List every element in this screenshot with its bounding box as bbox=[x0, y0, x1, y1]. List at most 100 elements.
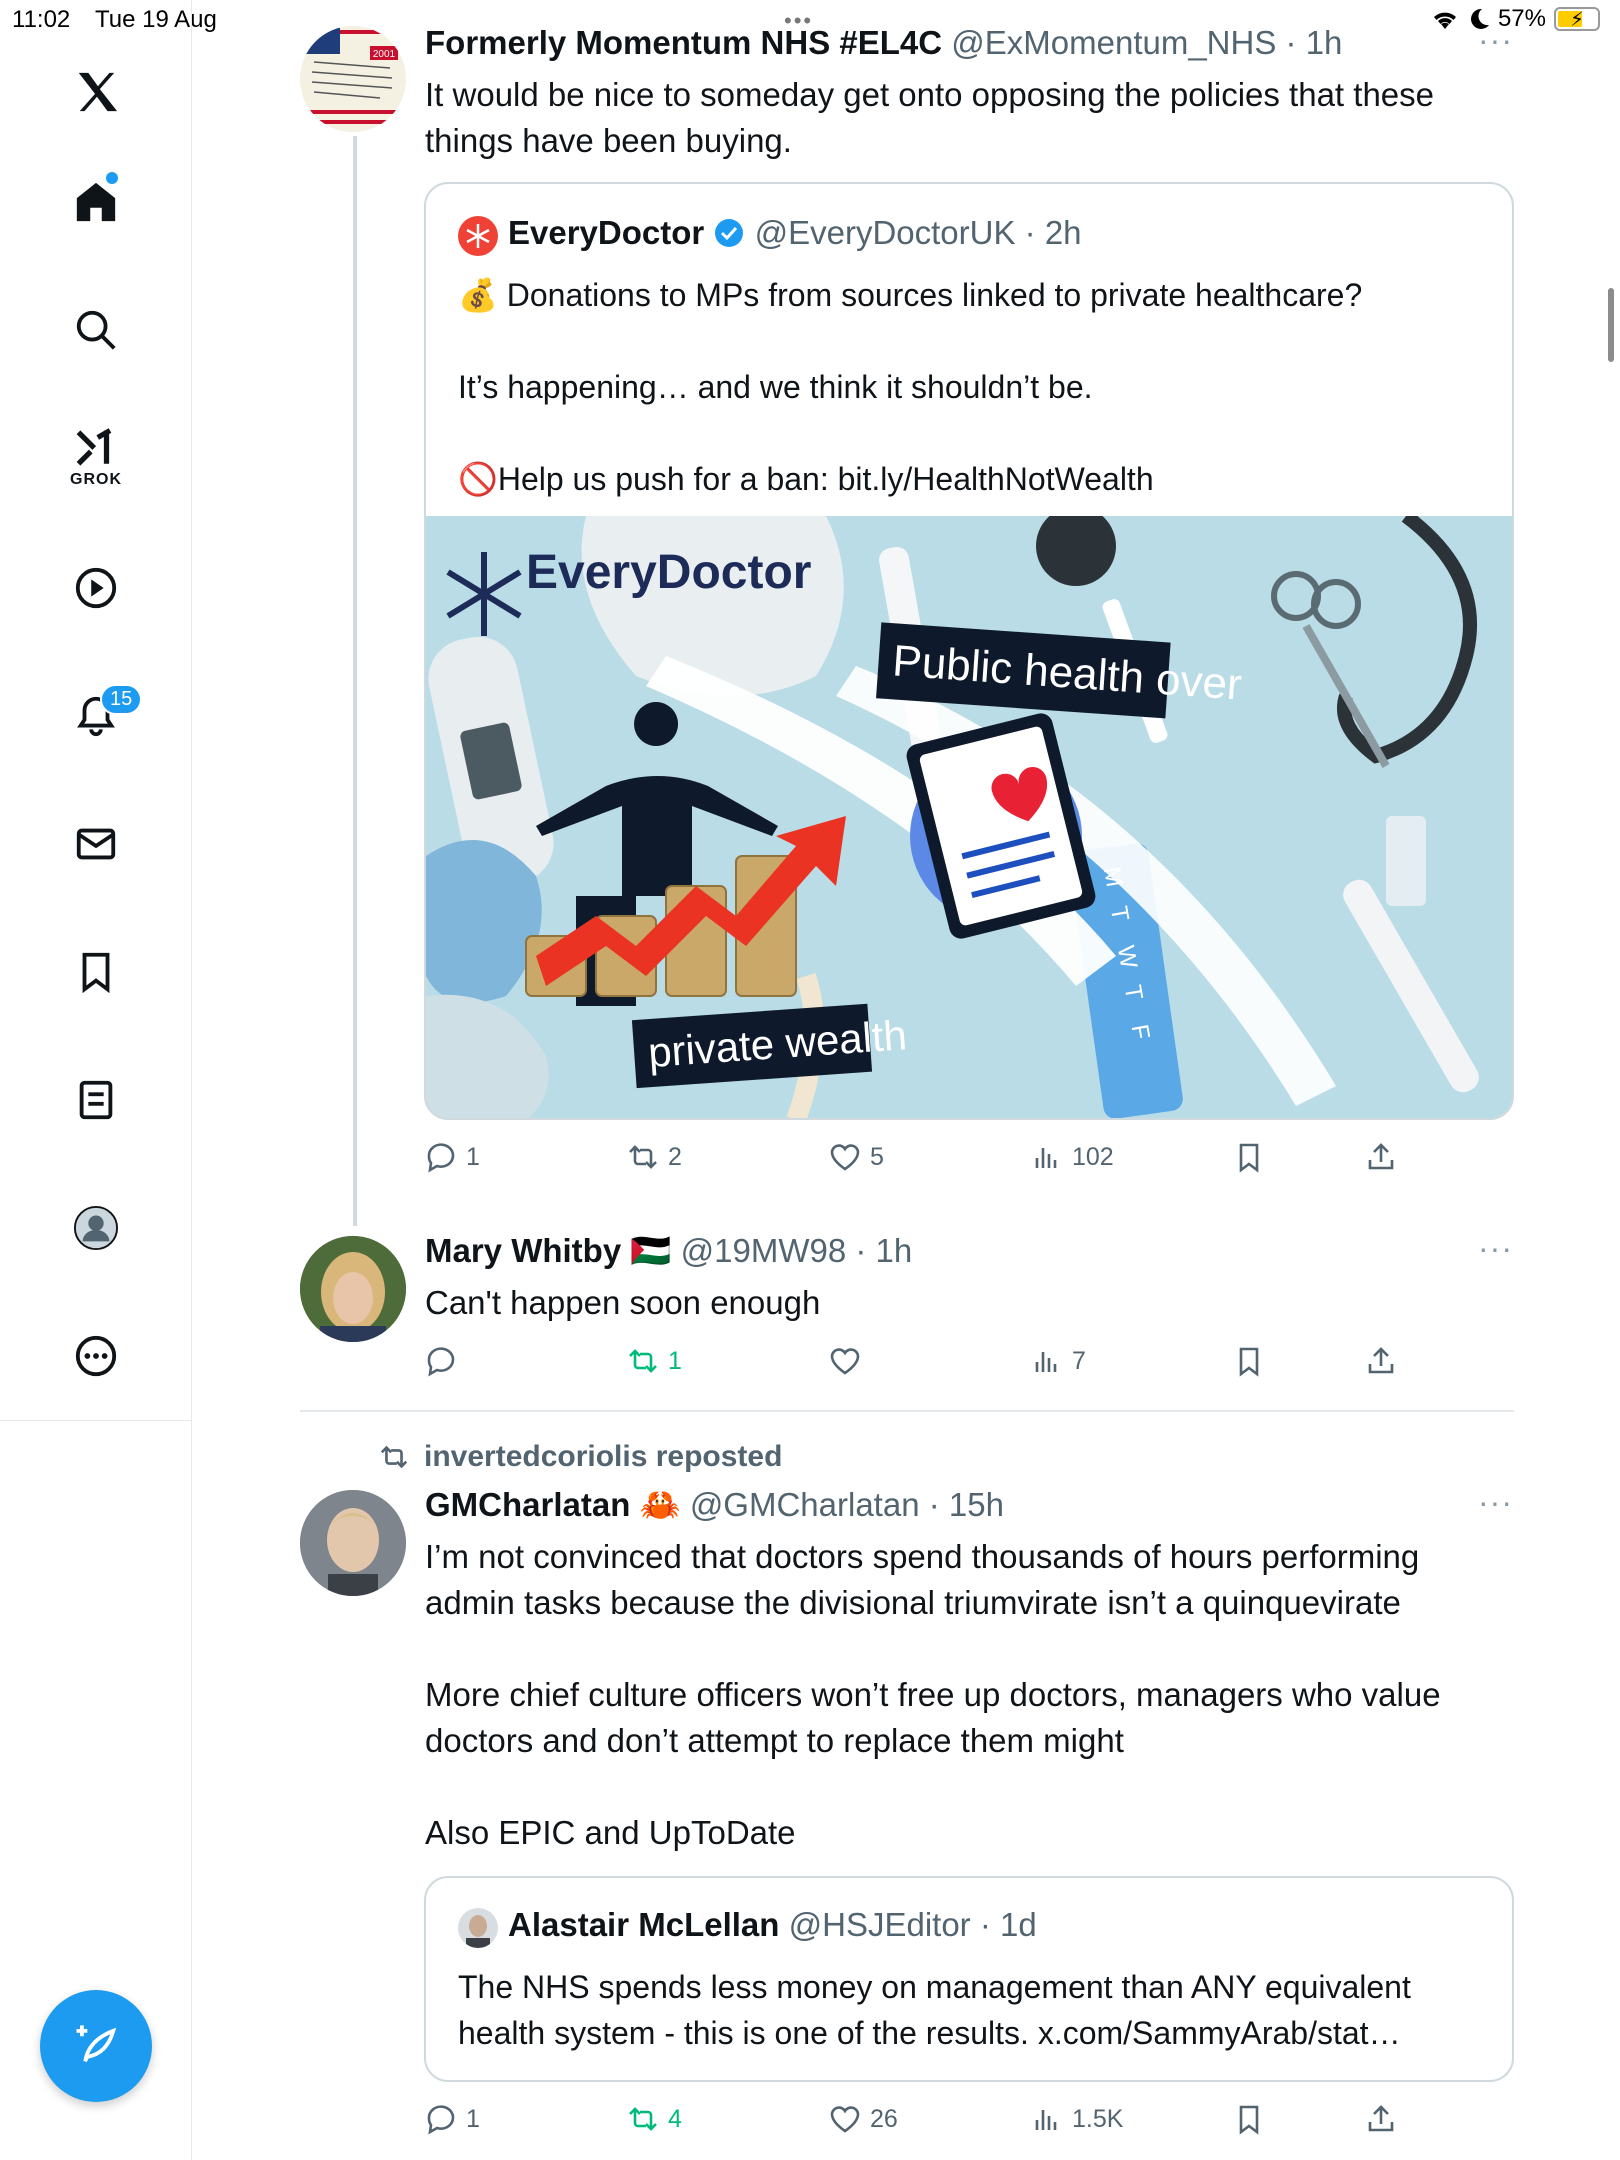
lists-icon[interactable] bbox=[56, 1060, 136, 1140]
quoted-tweet[interactable]: EveryDoctor @EveryDoctorUK · 2h 💰 Donati… bbox=[424, 182, 1514, 1120]
views-count: 7 bbox=[1072, 1346, 1086, 1375]
repost-count: 1 bbox=[668, 1346, 682, 1375]
avatar-badge-text: 2001 bbox=[373, 49, 396, 60]
thread-line bbox=[353, 136, 357, 1226]
bookmark-icon bbox=[1239, 1143, 1259, 1173]
quote-time: 2h bbox=[1044, 214, 1082, 251]
quoted-tweet[interactable]: Alastair McLellan @HSJEditor · 1d The NH… bbox=[424, 1876, 1514, 2082]
tweet-text-line: doctors and don’t attempt to replace the… bbox=[425, 1722, 1124, 1759]
tweet-time[interactable]: 1h bbox=[876, 1232, 913, 1269]
reply-icon bbox=[427, 1347, 455, 1377]
author-name[interactable]: GMCharlatan bbox=[425, 1486, 630, 1523]
quote-avatar bbox=[458, 216, 498, 256]
avatar[interactable] bbox=[300, 1490, 406, 1596]
heart-icon bbox=[830, 1348, 860, 1375]
more-icon[interactable] bbox=[56, 1316, 136, 1396]
repost-context[interactable]: invertedcoriolis reposted bbox=[378, 1440, 782, 1474]
video-icon[interactable] bbox=[56, 548, 136, 628]
home-icon[interactable] bbox=[56, 162, 136, 242]
share-button[interactable] bbox=[1364, 2102, 1398, 2136]
grok-label: GROK bbox=[70, 471, 122, 488]
quote-author-name: Alastair McLellan bbox=[508, 1906, 780, 1943]
quote-header: Alastair McLellan @HSJEditor · 1d bbox=[508, 1906, 1037, 1943]
avatar-image bbox=[300, 1490, 406, 1596]
messages-icon[interactable] bbox=[56, 804, 136, 884]
everydoctor-logo-icon bbox=[466, 224, 490, 248]
quote-text: 💰 Donations to MPs from sources linked t… bbox=[458, 272, 1478, 502]
status-right: 57% ⚡ bbox=[1430, 5, 1600, 33]
tweet-text: Can't happen soon enough bbox=[425, 1284, 821, 1321]
views-button[interactable]: 1.5K bbox=[1030, 2102, 1123, 2136]
author-handle[interactable]: @19MW98 bbox=[681, 1232, 847, 1269]
tweet-actions: 1 7 bbox=[424, 1344, 1424, 1394]
reply-button[interactable]: 1 bbox=[424, 1140, 480, 1174]
repost-count: 4 bbox=[668, 2104, 682, 2133]
heart-icon bbox=[830, 1144, 860, 1171]
bookmark-button[interactable] bbox=[1232, 1140, 1266, 1174]
bookmarks-icon[interactable] bbox=[56, 932, 136, 1012]
quote-text-line: The NHS spends less money on management … bbox=[458, 1969, 1411, 2005]
like-button[interactable] bbox=[828, 1344, 870, 1378]
scrollbar[interactable] bbox=[1608, 288, 1614, 362]
repost-button[interactable]: 2 bbox=[626, 1140, 682, 1174]
author-name[interactable]: Mary Whitby bbox=[425, 1232, 621, 1269]
quote-text-line: It’s happening… and we think it shouldn’… bbox=[458, 369, 1093, 405]
views-button[interactable]: 102 bbox=[1030, 1140, 1114, 1174]
repost-button[interactable]: 4 bbox=[626, 2102, 682, 2136]
compose-button[interactable] bbox=[40, 1990, 152, 2102]
views-icon bbox=[1035, 1352, 1057, 1372]
tweet-time[interactable]: 1h bbox=[1306, 24, 1343, 61]
avatar[interactable]: 2001 bbox=[300, 26, 406, 132]
tweet-text-line: admin tasks because the divisional trium… bbox=[425, 1584, 1401, 1621]
share-icon bbox=[1368, 1143, 1394, 1170]
tweet-text-line: things have been buying. bbox=[425, 122, 792, 159]
grok-icon[interactable]: GROK bbox=[56, 418, 136, 498]
share-button[interactable] bbox=[1364, 1344, 1398, 1378]
more-options-icon[interactable]: ··· bbox=[1478, 1484, 1513, 1521]
repost-icon bbox=[629, 2107, 657, 2131]
views-count: 1.5K bbox=[1072, 2104, 1124, 2133]
like-button[interactable]: 26 bbox=[828, 2102, 898, 2136]
avatar[interactable] bbox=[300, 1236, 406, 1342]
views-button[interactable]: 7 bbox=[1030, 1344, 1086, 1378]
profile-icon[interactable] bbox=[56, 1188, 136, 1268]
like-button[interactable]: 5 bbox=[828, 1140, 884, 1174]
quote-header: EveryDoctor @EveryDoctorUK · 2h bbox=[508, 214, 1082, 251]
quote-author-handle: @HSJEditor bbox=[788, 1906, 971, 1943]
views-icon bbox=[1035, 2110, 1057, 2130]
author-name[interactable]: Formerly Momentum NHS #EL4C bbox=[425, 24, 942, 61]
repost-button[interactable]: 1 bbox=[626, 1344, 682, 1378]
tweet-text-line: I’m not convinced that doctors spend tho… bbox=[425, 1538, 1420, 1575]
x-logo-icon[interactable] bbox=[56, 52, 136, 132]
repost-icon bbox=[380, 1445, 408, 1469]
tweet-header: GMCharlatan 🦀 @GMCharlatan · 15h bbox=[425, 1486, 1004, 1523]
reply-button[interactable]: 1 bbox=[424, 2102, 480, 2136]
tweet-time[interactable]: 15h bbox=[949, 1486, 1004, 1523]
share-button[interactable] bbox=[1364, 1140, 1398, 1174]
battery-icon: ⚡ bbox=[1554, 7, 1600, 31]
more-options-icon[interactable]: ··· bbox=[1478, 1230, 1513, 1267]
share-icon bbox=[1368, 2105, 1394, 2132]
more-options-icon[interactable]: ··· bbox=[1478, 22, 1513, 59]
quote-text-line: Donations to MPs from sources linked to … bbox=[506, 277, 1363, 313]
bookmark-button[interactable] bbox=[1232, 2102, 1266, 2136]
author-handle[interactable]: @ExMomentum_NHS bbox=[951, 24, 1276, 61]
money-bag-emoji: 💰 bbox=[458, 277, 498, 313]
reply-button[interactable] bbox=[424, 1344, 466, 1378]
home-unread-dot bbox=[106, 172, 118, 184]
search-icon[interactable] bbox=[56, 290, 136, 370]
wifi-icon bbox=[1433, 12, 1456, 29]
reply-icon bbox=[427, 1143, 455, 1173]
quote-avatar bbox=[458, 1908, 498, 1948]
quote-text: The NHS spends less money on management … bbox=[458, 1964, 1498, 2056]
author-handle[interactable]: @GMCharlatan bbox=[690, 1486, 920, 1523]
promo-image[interactable]: EveryDoctor Public health over private w… bbox=[426, 516, 1512, 1118]
tweet-text: It would be nice to someday get onto opp… bbox=[425, 72, 1505, 164]
tweet-separator bbox=[300, 1410, 1514, 1412]
bookmark-button[interactable] bbox=[1232, 1344, 1266, 1378]
tweet-actions: 1 4 26 1.5K bbox=[424, 2102, 1424, 2152]
reply-count: 1 bbox=[466, 1142, 480, 1171]
tweet-text-line: More chief culture officers won’t free u… bbox=[425, 1676, 1441, 1713]
promo-image-art: EveryDoctor Public health over private w… bbox=[426, 516, 1512, 1118]
tweet-header: Formerly Momentum NHS #EL4C @ExMomentum_… bbox=[425, 24, 1343, 61]
